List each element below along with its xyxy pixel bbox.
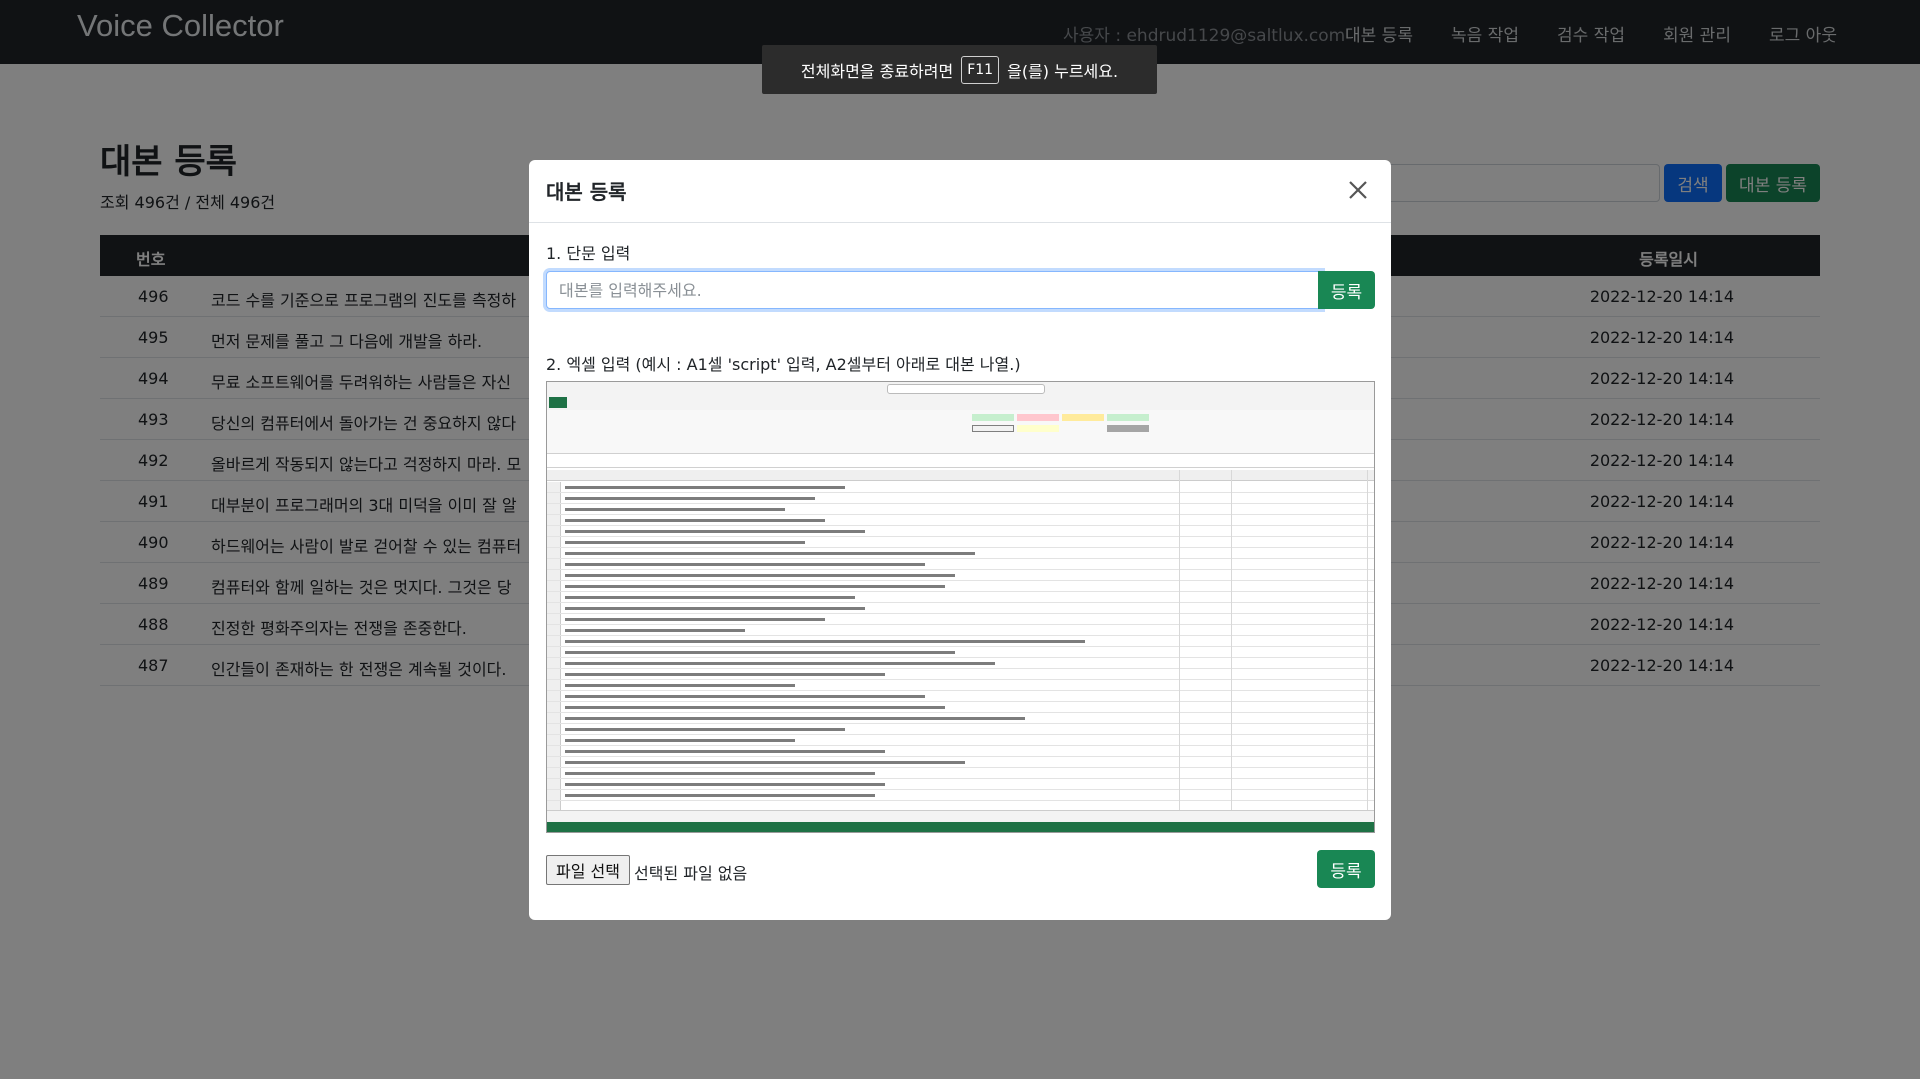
excel-text-line [565, 783, 885, 786]
excel-text-line [565, 563, 925, 566]
script-text-input[interactable] [546, 271, 1322, 309]
fullscreen-notice: 전체화면을 종료하려면 F11 을(를) 누르세요. [762, 45, 1157, 94]
excel-file-tab [549, 397, 567, 408]
excel-col-b-line [1179, 470, 1180, 810]
excel-text-line [565, 761, 965, 764]
file-status-text: 선택된 파일 없음 [634, 864, 748, 883]
fullscreen-notice-text-before: 전체화면을 종료하려면 [800, 61, 954, 81]
excel-text-line [565, 508, 785, 511]
excel-sheet-tabs [547, 810, 1374, 822]
excel-style-note [1017, 425, 1059, 432]
excel-text-line [565, 739, 795, 742]
excel-style-check [1107, 425, 1149, 432]
excel-text-line [565, 772, 875, 775]
excel-style-normal [1107, 414, 1149, 421]
excel-style-good [972, 414, 1014, 421]
fullscreen-notice-text-after: 을(를) 누르세요. [1007, 61, 1119, 81]
excel-text-line [565, 574, 955, 577]
excel-column-header [547, 470, 1374, 481]
excel-status-bar [547, 822, 1374, 832]
excel-text-line [565, 618, 825, 621]
excel-text-line [565, 585, 945, 588]
excel-style-bad [1017, 414, 1059, 421]
register-text-button[interactable]: 등록 [1318, 271, 1375, 309]
excel-text-line [565, 662, 995, 665]
excel-text-line [565, 750, 885, 753]
excel-input-label: 2. 엑셀 입력 (예시 : A1셀 'script' 입력, A2셀부터 아래… [546, 355, 1021, 374]
excel-text-line [565, 640, 1085, 643]
f11-key: F11 [961, 55, 1000, 84]
modal-title: 대본 등록 [546, 180, 627, 204]
close-icon[interactable] [1345, 177, 1371, 203]
excel-col-c-line [1231, 470, 1232, 810]
excel-style-calc [972, 425, 1014, 432]
excel-search-box [887, 384, 1045, 394]
excel-text-line [565, 519, 825, 522]
excel-text-line [565, 552, 975, 555]
excel-text-line [565, 629, 745, 632]
excel-text-line [565, 596, 855, 599]
excel-text-line [565, 673, 885, 676]
excel-text-line [565, 684, 795, 687]
excel-text-line [565, 717, 1025, 720]
excel-text-line [565, 728, 845, 731]
excel-text-line [565, 706, 945, 709]
excel-text-line [565, 530, 865, 533]
excel-text-line [565, 695, 925, 698]
excel-style-neutral [1062, 414, 1104, 421]
register-modal: 대본 등록 1. 단문 입력 등록 2. 엑셀 입력 (예시 : A1셀 'sc… [529, 160, 1391, 920]
excel-text-line [565, 794, 875, 797]
excel-text-line [565, 607, 865, 610]
excel-text-line [565, 497, 815, 500]
excel-ribbon-tabs [547, 396, 1374, 410]
single-input-label: 1. 단문 입력 [546, 244, 631, 263]
register-file-button[interactable]: 등록 [1317, 850, 1375, 888]
excel-text-line [565, 486, 845, 489]
excel-example-image [546, 381, 1375, 833]
excel-text-line [565, 541, 805, 544]
modal-header: 대본 등록 [529, 160, 1391, 223]
excel-col-d-line [1367, 470, 1368, 810]
excel-formula-bar [547, 456, 1374, 468]
excel-titlebar [547, 382, 1374, 396]
choose-file-button[interactable]: 파일 선택 [546, 855, 630, 885]
excel-ribbon [547, 410, 1374, 454]
excel-text-line [565, 651, 955, 654]
